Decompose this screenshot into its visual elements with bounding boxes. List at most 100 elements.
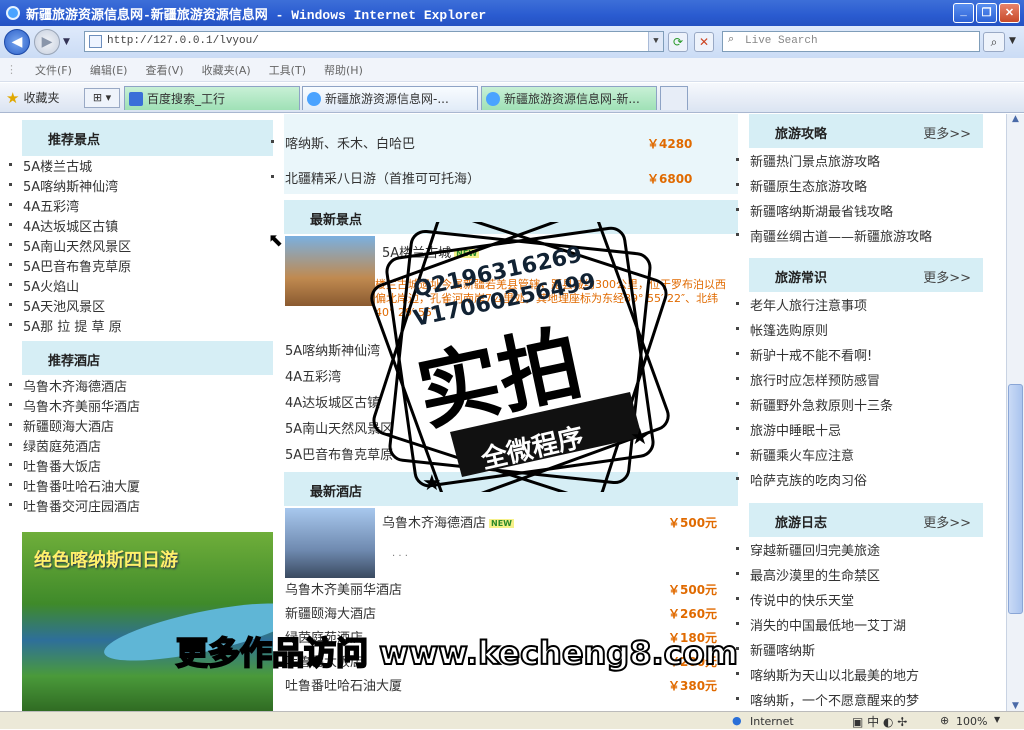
spot-link[interactable]: 5A巴音布鲁克草原 [8,256,131,275]
hotel-link[interactable]: 吐鲁番大饭店 [285,651,363,670]
tab-xinjiang-active[interactable]: 新疆旅游资源信息网-... [302,86,478,110]
minimize-button[interactable]: _ [953,3,974,23]
scroll-thumb[interactable] [1008,384,1023,614]
zone-label: Internet [750,715,794,728]
close-button[interactable]: ✕ [999,3,1020,23]
lake-shape [100,591,273,673]
history-dropdown-icon[interactable]: ▼ [63,37,70,47]
hotel-link[interactable]: 吐鲁番大饭店 [8,456,101,475]
diary-link[interactable]: 消失的中国最低地一艾丁湖 [735,615,906,634]
zoom-level[interactable]: 100% [956,715,987,728]
featured-spot-desc: 楼兰古城遗址今属新疆若羌县管辖，距县城约300公里，位于罗布泊以西偏北岸边，孔雀… [375,278,726,319]
hotel-link[interactable]: 新疆颐海大酒店 [285,603,376,622]
window-titlebar: 新疆旅游资源信息网-新疆旅游资源信息网 - Windows Internet E… [0,0,1024,26]
tip-link[interactable]: 哈萨克族的吃肉习俗 [735,470,867,489]
address-dropdown-icon[interactable]: ▼ [648,32,663,51]
diary-more-link[interactable]: 更多>> [923,512,971,531]
spot-link[interactable]: 4A达坂城区古镇 [8,216,118,235]
hotel-link[interactable]: 乌鲁木齐海德酒店 [8,376,127,395]
tip-link[interactable]: 新疆野外急救原则十三条 [735,395,893,414]
scroll-up-icon[interactable]: ▲ [1007,114,1024,124]
diary-link[interactable]: 传说中的快乐天堂 [735,590,854,609]
spot-link[interactable]: 5A天池风景区 [8,296,105,315]
spot-link[interactable]: 5A火焰山 [8,276,79,295]
hotel-link[interactable]: 乌鲁木齐美丽华酒店 [285,579,402,598]
guide-link[interactable]: 南疆丝绸古道——新疆旅游攻略 [735,226,932,245]
tip-link[interactable]: 新驴十戒不能不看啊! [735,345,872,364]
search-options-icon[interactable]: ▼ [1009,36,1016,46]
tips-more-link[interactable]: 更多>> [923,267,971,286]
price-label: ￥4280 [647,137,693,151]
stop-button[interactable]: ✕ [694,32,714,52]
route-link[interactable]: 北疆精采八日游（首推可可托海） [270,168,480,187]
spot-link[interactable]: 4A五彩湾 [8,196,79,215]
price-label: ￥260元 [668,607,718,621]
diary-link[interactable]: 喀纳斯为天山以北最美的地方 [735,665,919,684]
hotel-link[interactable]: 乌鲁木齐美丽华酒店 [8,396,140,415]
tab-baidu[interactable]: 百度搜索_工行 [124,86,300,110]
globe-icon: ● [732,714,742,727]
guide-link[interactable]: 新疆喀纳斯湖最省钱攻略 [735,201,893,220]
menu-bar: ⋮ 文件(F) 编辑(E) 查看(V) 收藏夹(A) 工具(T) 帮助(H) [0,58,1024,82]
hotel-link[interactable]: 吐鲁番吐哈石油大厦 [285,675,402,694]
scroll-down-icon[interactable]: ▼ [1007,701,1024,711]
hotel-link[interactable]: 新疆颐海大酒店 [8,416,114,435]
quick-tabs-icon[interactable]: ⊞ ▾ [84,88,120,108]
hotel-link[interactable]: 吐鲁番吐哈石油大厦 [8,476,140,495]
menu-tools[interactable]: 工具(T) [269,62,306,78]
spot-link[interactable]: 5A南山天然风景区 [8,236,131,255]
guide-link[interactable]: 新疆原生态旅游攻略 [735,176,867,195]
section-title: 旅游日志 [775,516,828,531]
spot-link[interactable]: 5A那 拉 提 草 原 [9,316,122,335]
featured-hotel-link[interactable]: 乌鲁木齐海德酒店 NEW [382,512,514,531]
tip-link[interactable]: 新疆乘火车应注意 [735,445,854,464]
hotel-link[interactable]: 吐鲁番交河庄园酒店 [8,496,140,515]
diary-link[interactable]: 新疆喀纳斯 [735,640,815,659]
featured-spot-link[interactable]: 5A楼兰古城 NEW [382,242,480,261]
menu-file[interactable]: 文件(F) [35,62,72,78]
address-bar[interactable]: http://127.0.0.1/lvyou/ ▼ [84,31,664,52]
search-go-button[interactable]: ⌕ [983,32,1005,52]
diary-link[interactable]: 穿越新疆回归完美旅途 [735,540,880,559]
spot-link[interactable]: 5A南山天然风景区 [285,418,393,437]
vertical-scrollbar[interactable]: ▲ ▼ [1006,114,1024,711]
spot-link[interactable]: 5A巴音布鲁克草原 [285,444,393,463]
tab-label: 新疆旅游资源信息网-... [325,92,449,106]
travel-tips-header: 旅游常识 更多>> [749,258,983,292]
hotel-photo[interactable] [285,508,375,578]
menu-favorites[interactable]: 收藏夹(A) [202,62,251,78]
tab-xinjiang[interactable]: 新疆旅游资源信息网-新... [481,86,657,110]
hotel-link[interactable]: 绿茵庭苑酒店 [8,436,101,455]
restore-button[interactable]: ❐ [976,3,997,23]
featured-spot-name: 5A楼兰古城 [382,246,452,261]
guide-more-link[interactable]: 更多>> [923,123,971,142]
spot-link[interactable]: 5A楼兰古城 [8,156,92,175]
diary-link[interactable]: 喀纳斯，一个不愿意醒来的梦 [735,690,919,709]
guide-link[interactable]: 新疆热门景点旅游攻略 [735,151,880,170]
menu-help[interactable]: 帮助(H) [324,62,363,78]
kanas-banner-image[interactable]: 绝色喀纳斯四日游 [22,532,273,711]
search-input[interactable]: ⌕ Live Search [722,31,980,52]
spot-link[interactable]: 4A五彩湾 [285,366,341,385]
back-button[interactable]: ◀ [4,29,30,55]
refresh-button[interactable]: ⟳ [668,32,688,52]
favorites-button[interactable]: 收藏夹 [23,89,59,106]
hotel-link[interactable]: 绿茵庭苑酒店 [285,627,363,646]
tip-link[interactable]: 旅游中睡眠十忌 [735,420,841,439]
price-label: ￥6800 [647,172,693,186]
loulan-photo[interactable] [285,236,375,306]
spot-link[interactable]: 5A喀纳斯神仙湾 [8,176,118,195]
menu-edit[interactable]: 编辑(E) [90,62,128,78]
ime-icons[interactable]: ▣ 中 ◐ ✢ [852,713,907,730]
spot-link[interactable]: 5A喀纳斯神仙湾 [285,340,380,359]
new-tab-button[interactable] [660,86,688,110]
diary-link[interactable]: 最高沙漠里的生命禁区 [735,565,880,584]
tip-link[interactable]: 老年人旅行注意事项 [735,295,867,314]
tip-link[interactable]: 旅行时应怎样预防感冒 [735,370,880,389]
zoom-dropdown-icon[interactable]: ▼ [994,715,1000,724]
spot-link[interactable]: 4A达坂城区古镇 [285,392,380,411]
tip-link[interactable]: 帐篷选购原则 [735,320,828,339]
forward-button[interactable]: ▶ [34,29,60,55]
menu-view[interactable]: 查看(V) [145,62,183,78]
route-link[interactable]: 喀纳斯、禾木、白哈巴 [270,133,415,152]
